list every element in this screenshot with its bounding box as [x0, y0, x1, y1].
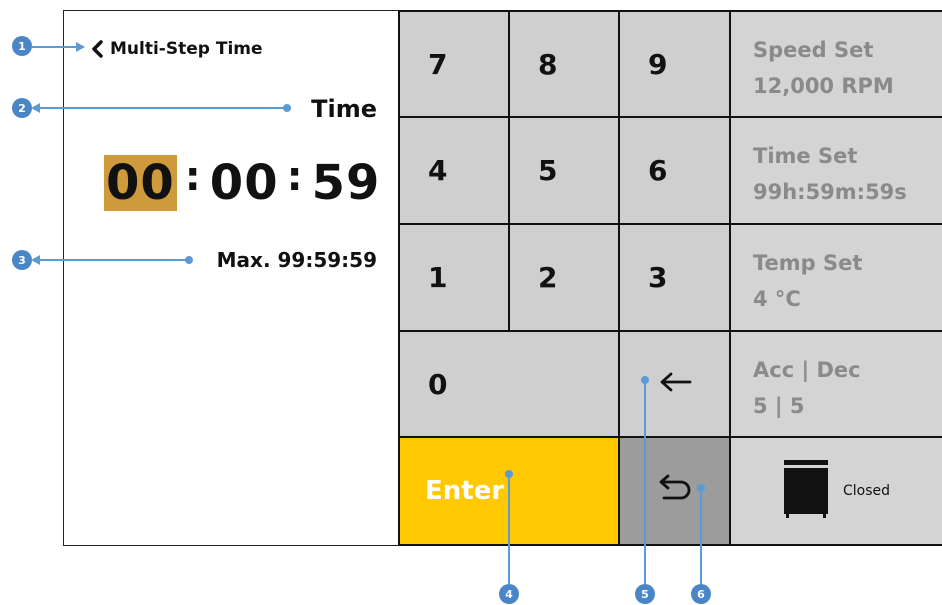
key-1[interactable]: 1 [398, 223, 510, 332]
key-8[interactable]: 8 [508, 10, 620, 118]
temp-set-title: Temp Set [753, 251, 863, 275]
time-entry-panel: Multi-Step Time Time 00 : 00 : 59 Max. 9… [64, 11, 399, 545]
time-display: 00 : 00 : 59 [104, 143, 380, 223]
device-screen: Multi-Step Time Time 00 : 00 : 59 Max. 9… [63, 10, 942, 546]
time-label: Time [311, 95, 377, 123]
back-button[interactable]: Multi-Step Time [90, 37, 263, 61]
minutes-field[interactable]: 00 [210, 155, 279, 211]
acc-dec-title: Acc | Dec [753, 358, 861, 382]
acc-dec-panel[interactable]: Acc | Dec 5 | 5 [729, 330, 942, 438]
key-4[interactable]: 4 [398, 116, 510, 225]
undo-button[interactable] [618, 436, 731, 546]
time-separator: : [286, 154, 304, 200]
callout-badge: 2 [12, 98, 32, 118]
key-7[interactable]: 7 [398, 10, 510, 118]
time-separator: : [184, 154, 202, 200]
key-3[interactable]: 3 [618, 223, 731, 332]
callout-badge: 5 [635, 584, 655, 604]
backspace-button[interactable] [618, 330, 731, 438]
key-2[interactable]: 2 [508, 223, 620, 332]
undo-icon [656, 473, 694, 510]
key-6[interactable]: 6 [618, 116, 731, 225]
lid-status-label: Closed [843, 483, 891, 499]
callout-badge: 3 [12, 250, 32, 270]
temp-set-value: 4 °C [753, 287, 801, 311]
callout-badge: 1 [12, 36, 32, 56]
temp-set-panel[interactable]: Temp Set 4 °C [729, 223, 942, 332]
lid-closed-icon [783, 459, 829, 523]
key-9[interactable]: 9 [618, 10, 731, 118]
callout-badge: 4 [499, 584, 519, 604]
speed-set-panel[interactable]: Speed Set 12,000 RPM [729, 10, 942, 118]
chevron-left-icon [90, 40, 104, 58]
seconds-field[interactable]: 59 [312, 155, 381, 211]
key-0[interactable]: 0 [398, 330, 620, 438]
left-arrow-icon [657, 368, 693, 401]
acc-dec-value: 5 | 5 [753, 394, 805, 418]
lid-status-button[interactable]: Closed [729, 436, 942, 546]
back-label: Multi-Step Time [110, 39, 263, 59]
speed-set-title: Speed Set [753, 38, 874, 62]
time-set-title: Time Set [753, 144, 858, 168]
time-set-panel[interactable]: Time Set 99h:59m:59s [729, 116, 942, 225]
time-set-value: 99h:59m:59s [753, 180, 907, 204]
max-time-label: Max. 99:59:59 [216, 248, 377, 272]
callout-badge: 6 [691, 584, 711, 604]
hours-field[interactable]: 00 [104, 155, 177, 211]
key-5[interactable]: 5 [508, 116, 620, 225]
speed-set-value: 12,000 RPM [753, 74, 894, 98]
